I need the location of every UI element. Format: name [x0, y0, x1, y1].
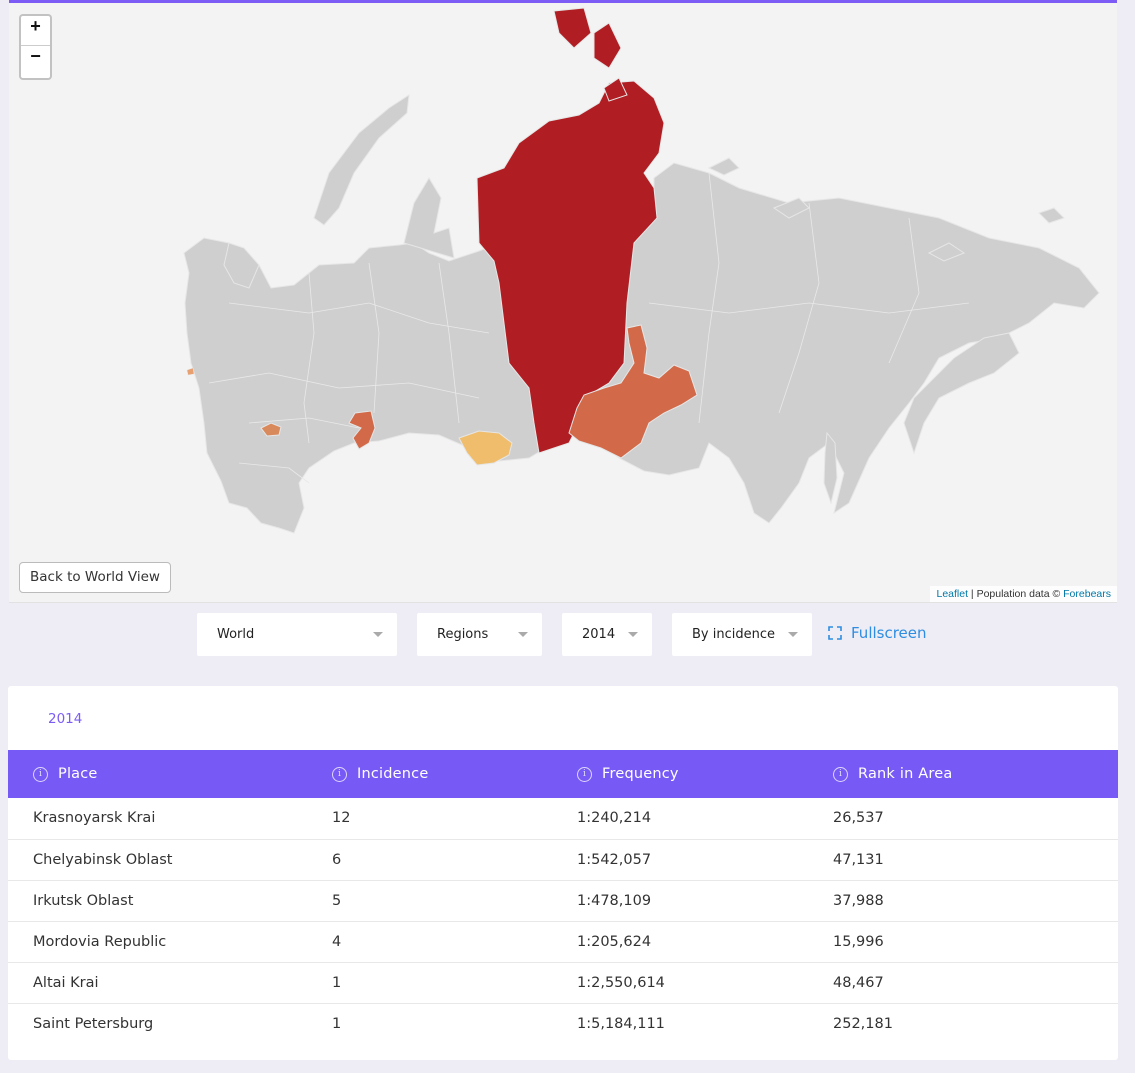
cell-rank: 15,996 [833, 933, 884, 950]
back-to-world-view-button[interactable]: Back to World View [19, 562, 171, 593]
region-saint-petersburg[interactable] [186, 367, 195, 376]
area-select[interactable]: World [197, 613, 397, 656]
mode-select-value: By incidence [692, 627, 775, 642]
cell-incidence: 1 [332, 1015, 342, 1032]
cell-incidence: 12 [332, 810, 351, 827]
cell-rank: 48,467 [833, 974, 884, 991]
attribution-text: | Population data © [968, 588, 1064, 600]
level-select[interactable]: Regions [417, 613, 542, 656]
cell-place: Altai Krai [33, 974, 99, 991]
table-row: Saint Petersburg 1 1:5,184,111 252,181 [8, 1003, 1118, 1044]
info-icon[interactable]: i [332, 766, 347, 782]
zoom-out-button[interactable]: − [21, 46, 50, 76]
cell-frequency: 1:205,624 [577, 933, 652, 950]
year-select-value: 2014 [582, 627, 616, 642]
header-place[interactable]: i Place [8, 750, 332, 798]
chevron-down-icon [518, 632, 528, 637]
table-row: Irkutsk Oblast 5 1:478,109 37,988 [8, 880, 1118, 921]
level-select-value: Regions [437, 627, 489, 642]
table-row: Krasnoyarsk Krai 12 1:240,214 26,537 [8, 798, 1118, 839]
cell-frequency: 1:5,184,111 [577, 1015, 665, 1032]
cell-place: Chelyabinsk Oblast [33, 851, 173, 868]
cell-frequency: 1:2,550,614 [577, 974, 665, 991]
forebears-link[interactable]: Forebears [1063, 588, 1111, 600]
header-rank-in-area[interactable]: i Rank in Area [833, 750, 1118, 798]
chevron-down-icon [788, 632, 798, 637]
novaya-zemlya [313, 94, 410, 226]
zoom-control: + − [19, 14, 52, 80]
cell-incidence: 4 [332, 933, 342, 950]
info-icon[interactable]: i [33, 766, 48, 782]
choropleth-map[interactable]: + − Back to World View Leaflet | Populat… [9, 0, 1117, 603]
fullscreen-button[interactable]: Fullscreen [828, 624, 927, 642]
header-frequency[interactable]: i Frequency [577, 750, 833, 798]
map-attribution: Leaflet | Population data © Forebears [930, 586, 1117, 602]
expand-icon [828, 626, 842, 640]
leaflet-link[interactable]: Leaflet [936, 588, 968, 600]
info-icon[interactable]: i [577, 766, 592, 782]
area-select-value: World [217, 627, 255, 642]
mode-select[interactable]: By incidence [672, 613, 812, 656]
cell-place: Saint Petersburg [33, 1015, 154, 1032]
year-tab[interactable]: 2014 [48, 711, 82, 727]
chevron-down-icon [628, 632, 638, 637]
fullscreen-label: Fullscreen [851, 624, 927, 642]
cell-incidence: 5 [332, 892, 342, 909]
cell-incidence: 6 [332, 851, 342, 868]
table-row: Chelyabinsk Oblast 6 1:542,057 47,131 [8, 839, 1118, 880]
taymyr-islands[interactable] [553, 7, 628, 102]
year-select[interactable]: 2014 [562, 613, 652, 656]
cell-frequency: 1:542,057 [577, 851, 652, 868]
cell-rank: 252,181 [833, 1015, 893, 1032]
cell-frequency: 1:478,109 [577, 892, 652, 909]
cell-rank: 37,988 [833, 892, 884, 909]
results-table: i Place i Incidence i Frequency i Rank in Ar… [8, 750, 1118, 1044]
table-header-row: i Place i Incidence i Frequency i Rank in Ar… [8, 750, 1118, 798]
table-row: Altai Krai 1 1:2,550,614 48,467 [8, 962, 1118, 1003]
cell-place: Krasnoyarsk Krai [33, 810, 156, 827]
cell-incidence: 1 [332, 974, 342, 991]
header-incidence[interactable]: i Incidence [332, 750, 577, 798]
results-card: 2014 i Place i Incidence i Frequency i Rank … [8, 686, 1118, 1060]
chevron-down-icon [373, 632, 383, 637]
zoom-in-button[interactable]: + [21, 16, 50, 46]
cell-rank: 47,131 [833, 851, 884, 868]
info-icon[interactable]: i [833, 766, 848, 782]
cell-place: Irkutsk Oblast [33, 892, 134, 909]
cell-frequency: 1:240,214 [577, 810, 652, 827]
table-row: Mordovia Republic 4 1:205,624 15,996 [8, 921, 1118, 962]
russia-map[interactable] [9, 3, 1117, 603]
cell-rank: 26,537 [833, 810, 884, 827]
cell-place: Mordovia Republic [33, 933, 167, 950]
sakhalin [823, 431, 838, 505]
